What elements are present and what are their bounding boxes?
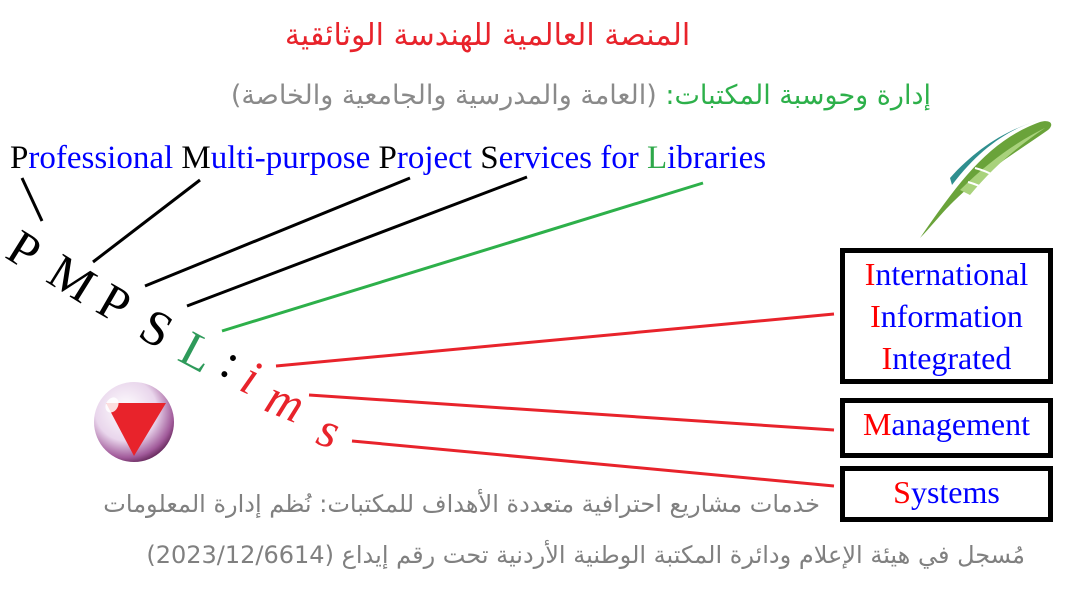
word-anagement: anagement: [891, 406, 1031, 442]
connector-line-l: [221, 181, 704, 333]
acronym-letter-m2: m: [258, 368, 312, 433]
acronym-letter-s: S: [131, 297, 183, 359]
box-line-international: International: [845, 253, 1048, 295]
connector-line-i: [275, 312, 835, 368]
initial-i1: I: [864, 256, 876, 292]
footer-description: خدمات مشاريع احترافية متعددة الأهداف للم…: [103, 490, 820, 518]
word-ystems: ystems: [910, 474, 1000, 510]
word-nformation: nformation: [880, 298, 1023, 334]
acronym-letter-p1: P: [0, 219, 51, 281]
acronym-letter-s2: s: [311, 400, 347, 459]
box-line-integrated: Integrated: [845, 337, 1048, 379]
box-line-information: Information: [845, 295, 1048, 337]
connector-line-s: [186, 175, 528, 308]
box-management: Management: [840, 398, 1053, 458]
acronym-letter-m: M: [39, 243, 106, 314]
red-triangle-orb-icon: [94, 382, 174, 462]
initial-i3: I: [881, 340, 893, 376]
word-ntegrated: ntegrated: [892, 340, 1012, 376]
box-international-information-integrated: International Information Integrated: [840, 248, 1053, 384]
connector-line-m2: [308, 393, 835, 432]
initial-i2: I: [870, 298, 881, 334]
quill-feather-icon: [920, 120, 1052, 238]
connector-line-p2: [144, 176, 411, 288]
initial-s: S: [893, 474, 911, 510]
footer-registration: مُسجل في هيئة الإعلام ودائرة المكتبة الو…: [146, 541, 1025, 569]
connector-line-m: [92, 178, 201, 264]
word-nternational: nternational: [875, 256, 1029, 292]
initial-m: M: [862, 406, 892, 442]
connector-line-p1: [20, 177, 44, 222]
connector-line-s2: [351, 439, 835, 488]
box-systems: Systems: [840, 466, 1053, 522]
